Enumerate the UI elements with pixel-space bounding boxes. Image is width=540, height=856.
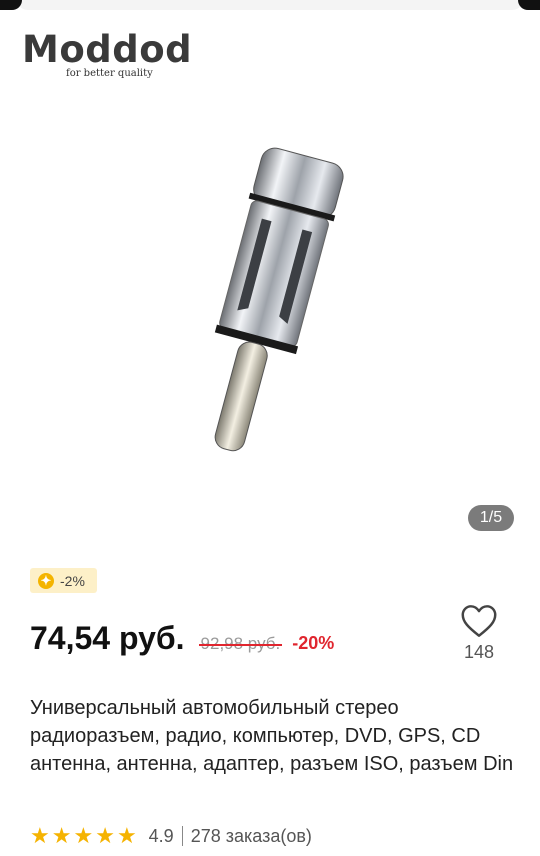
product-image [214, 147, 344, 452]
rating-value: 4.9 [148, 825, 174, 846]
price-block: 74,54 руб. 92,98 руб. -20% [30, 620, 334, 664]
screen-corner-right [518, 0, 540, 10]
image-counter: 1/5 [468, 505, 514, 531]
product-title: Универсальный автомобильный стерео радио… [30, 697, 514, 775]
wishlist-button[interactable]: 148 [458, 604, 500, 676]
coupon-badge[interactable]: ✦ -2% [30, 568, 97, 593]
star-icon: ★ [116, 823, 137, 848]
star-icon: ★ [51, 823, 72, 848]
rating-stars: ★ ★ ★ ★ ★ [30, 825, 137, 847]
top-edge [0, 0, 540, 12]
old-price: 92,98 руб. [198, 634, 282, 653]
brand-logo: Moddod for better quality [22, 28, 193, 88]
rating-row[interactable]: ★ ★ ★ ★ ★ 4.9 278 заказа(ов) [30, 822, 312, 850]
coupon-text: -2% [60, 572, 85, 589]
discount-percent: -20% [292, 633, 335, 653]
current-price: 74,54 руб. [30, 620, 185, 656]
product-image-gallery[interactable]: Moddod for better quality 1/5 [0, 12, 540, 542]
orders-count: 278 заказа(ов) [190, 825, 312, 846]
brand-logo-tagline: for better quality [66, 68, 153, 79]
coin-icon: ✦ [38, 572, 54, 589]
brand-logo-name: Moddod [22, 28, 193, 71]
star-icon: ★ [95, 823, 115, 848]
star-icon: ★ [30, 823, 50, 848]
divider [181, 826, 183, 846]
screen-corner-left [0, 0, 22, 10]
heart-icon [461, 605, 497, 637]
star-icon: ★ [73, 823, 94, 848]
wishlist-count: 148 [463, 642, 495, 662]
